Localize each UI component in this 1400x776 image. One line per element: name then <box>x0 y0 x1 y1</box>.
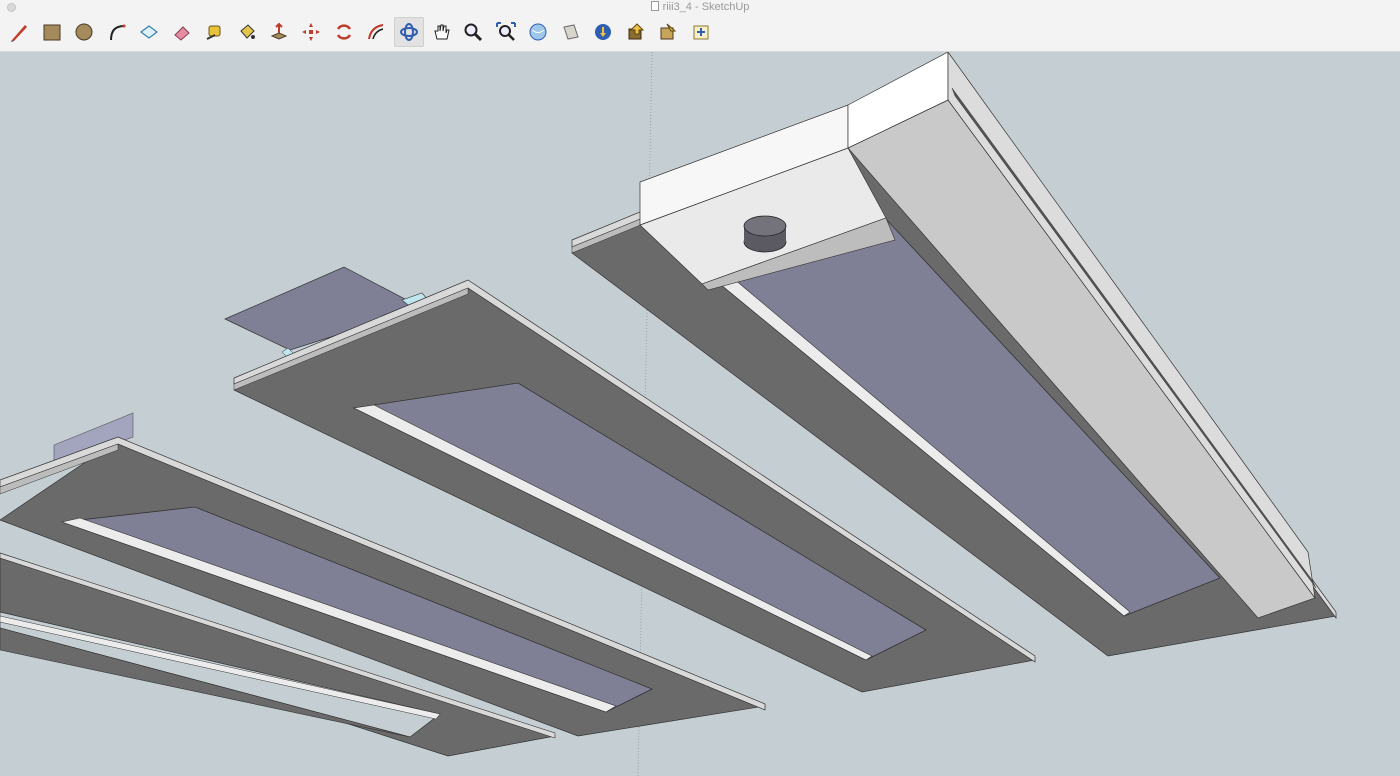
paint-bucket-button[interactable] <box>232 17 262 47</box>
share-model-icon <box>563 24 579 40</box>
move-tool-button[interactable] <box>296 17 326 47</box>
make-component-icon <box>140 25 158 39</box>
warehouse-icon <box>529 23 547 41</box>
window-title: riii3_4 - SketchUp <box>0 0 1400 15</box>
make-component-button[interactable] <box>134 17 164 47</box>
rectangle-tool-button[interactable] <box>37 17 67 47</box>
zoom-extents-icon <box>496 22 516 41</box>
offset-tool-button[interactable] <box>361 17 391 47</box>
arc-icon <box>110 24 126 41</box>
get-models-icon <box>595 24 611 40</box>
arc-tool-button[interactable] <box>102 17 132 47</box>
offset-icon <box>368 24 384 40</box>
model-drawing <box>0 52 1337 776</box>
circle-icon <box>75 23 93 41</box>
share-component-button[interactable] <box>653 17 683 47</box>
tape-measure-button[interactable] <box>199 17 229 47</box>
orbit-tool-button[interactable] <box>394 17 424 47</box>
push-pull-button[interactable] <box>264 17 294 47</box>
share-model-button[interactable] <box>556 17 586 47</box>
eraser-tool-button[interactable] <box>167 17 197 47</box>
title-bar: riii3_4 - SketchUp <box>0 0 1400 15</box>
document-icon <box>650 1 659 11</box>
eraser-icon <box>174 26 190 41</box>
paint-bucket-icon <box>240 24 255 39</box>
move-icon <box>302 23 320 41</box>
layout-icon <box>693 25 709 40</box>
zoom-icon <box>464 23 483 42</box>
extension-warehouse-icon <box>628 23 645 40</box>
rotate-tool-button[interactable] <box>329 17 359 47</box>
pencil-icon <box>11 25 27 42</box>
line-tool-button[interactable] <box>4 17 34 47</box>
push-pull-icon <box>270 22 288 40</box>
orbit-icon <box>400 23 418 41</box>
zoom-extents-button[interactable] <box>491 17 521 47</box>
window-title-text: riii3_4 - SketchUp <box>662 1 750 13</box>
get-models-button[interactable] <box>588 17 618 47</box>
zoom-tool-button[interactable] <box>458 17 488 47</box>
rectangle-icon <box>43 24 61 41</box>
pan-tool-button[interactable] <box>426 17 456 47</box>
pan-icon <box>434 24 450 40</box>
tape-measure-icon <box>206 25 221 40</box>
circle-tool-button[interactable] <box>69 17 99 47</box>
warehouse-button[interactable] <box>523 17 553 47</box>
share-component-icon <box>660 23 677 40</box>
model-viewport[interactable] <box>0 52 1400 776</box>
send-to-layout-button[interactable] <box>686 17 716 47</box>
extension-warehouse-button[interactable] <box>621 17 651 47</box>
main-toolbar <box>0 15 1400 52</box>
rotate-icon <box>336 24 352 40</box>
